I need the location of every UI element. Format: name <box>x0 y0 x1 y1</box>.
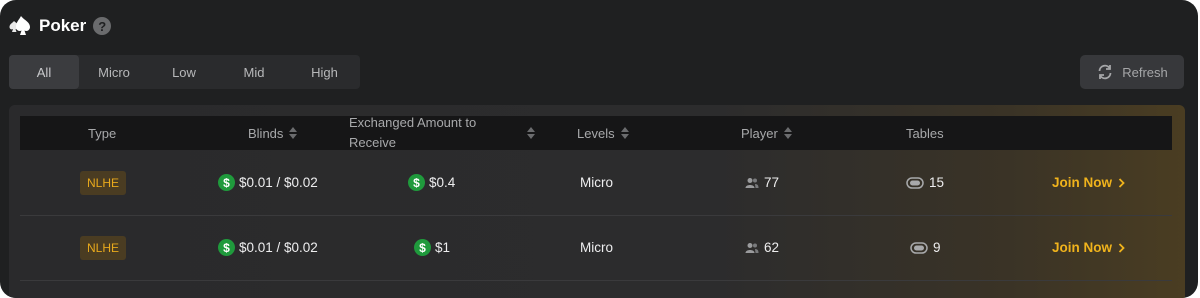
dollar-coin-icon: $ <box>218 239 235 256</box>
join-now-button[interactable]: Join Now <box>1052 175 1125 190</box>
poker-panel: Poker ? All Micro Low Mid High Refresh T… <box>0 0 1198 298</box>
col-exchanged[interactable]: Exchanged Amount to Receive <box>349 115 549 150</box>
sort-icon[interactable] <box>620 127 629 139</box>
page-title: Poker <box>39 16 87 35</box>
chevron-right-icon <box>1118 242 1125 253</box>
filter-tabs: All Micro Low Mid High <box>9 55 360 89</box>
tab-all[interactable]: All <box>9 55 79 89</box>
question-icon[interactable]: ? <box>93 17 112 35</box>
join-now-label: Join Now <box>1052 240 1112 255</box>
tab-micro[interactable]: Micro <box>79 55 149 89</box>
tab-low[interactable]: Low <box>149 55 219 89</box>
refresh-button[interactable]: Refresh <box>1080 55 1184 89</box>
col-type: Type <box>88 116 116 150</box>
col-levels[interactable]: Levels <box>577 116 629 150</box>
col-levels-label: Levels <box>577 125 615 141</box>
blinds-value: $0.01 / $0.02 <box>239 240 318 255</box>
level-value: Micro <box>580 240 613 255</box>
col-tables: Tables <box>906 116 944 150</box>
tab-mid[interactable]: Mid <box>219 55 289 89</box>
exchanged-value: $0.4 <box>429 175 456 190</box>
panel-header: Poker ? <box>8 13 112 39</box>
player-count: 77 <box>764 175 780 190</box>
poker-table-icon <box>906 176 924 189</box>
spade-cards-icon <box>8 13 34 39</box>
table-row: NLHE $ $0.01 / $0.02 $ $1 Micro 62 9 Join … <box>20 215 1172 281</box>
col-type-label: Type <box>88 125 117 141</box>
refresh-label: Refresh <box>1122 64 1168 80</box>
chevron-right-icon <box>1118 177 1125 188</box>
dollar-coin-icon: $ <box>408 174 425 191</box>
col-tables-label: Tables <box>906 125 944 141</box>
sort-icon[interactable] <box>289 127 298 139</box>
join-now-button[interactable]: Join Now <box>1052 240 1125 255</box>
blinds-value: $0.01 / $0.02 <box>239 175 318 190</box>
col-blinds-label: Blinds <box>248 125 284 141</box>
sort-icon[interactable] <box>527 127 535 139</box>
table-row: NLHE $ $0.01 / $0.02 $ $0.4 Micro 77 15 Jo… <box>20 150 1172 216</box>
refresh-icon <box>1098 64 1112 80</box>
table-header: Type Blinds Exchanged Amount to Receive … <box>20 115 1172 150</box>
col-player-label: Player <box>741 125 778 141</box>
games-table: Type Blinds Exchanged Amount to Receive … <box>9 105 1185 298</box>
dollar-coin-icon: $ <box>218 174 235 191</box>
col-player[interactable]: Player <box>741 116 792 150</box>
join-now-label: Join Now <box>1052 175 1112 190</box>
tables-count: 9 <box>933 240 941 255</box>
sort-icon[interactable] <box>783 127 792 139</box>
tables-count: 15 <box>929 175 945 190</box>
exchanged-value: $1 <box>435 240 451 255</box>
level-value: Micro <box>580 175 613 190</box>
player-count: 62 <box>764 240 780 255</box>
game-type-badge: NLHE <box>80 235 127 260</box>
col-exchanged-label: Exchanged Amount to Receive <box>349 115 477 150</box>
users-icon <box>745 177 759 189</box>
users-icon <box>745 242 759 254</box>
tab-high[interactable]: High <box>289 55 360 89</box>
game-type-badge: NLHE <box>80 170 127 195</box>
poker-table-icon <box>910 241 928 254</box>
col-blinds[interactable]: Blinds <box>248 116 298 150</box>
dollar-coin-icon: $ <box>414 239 431 256</box>
